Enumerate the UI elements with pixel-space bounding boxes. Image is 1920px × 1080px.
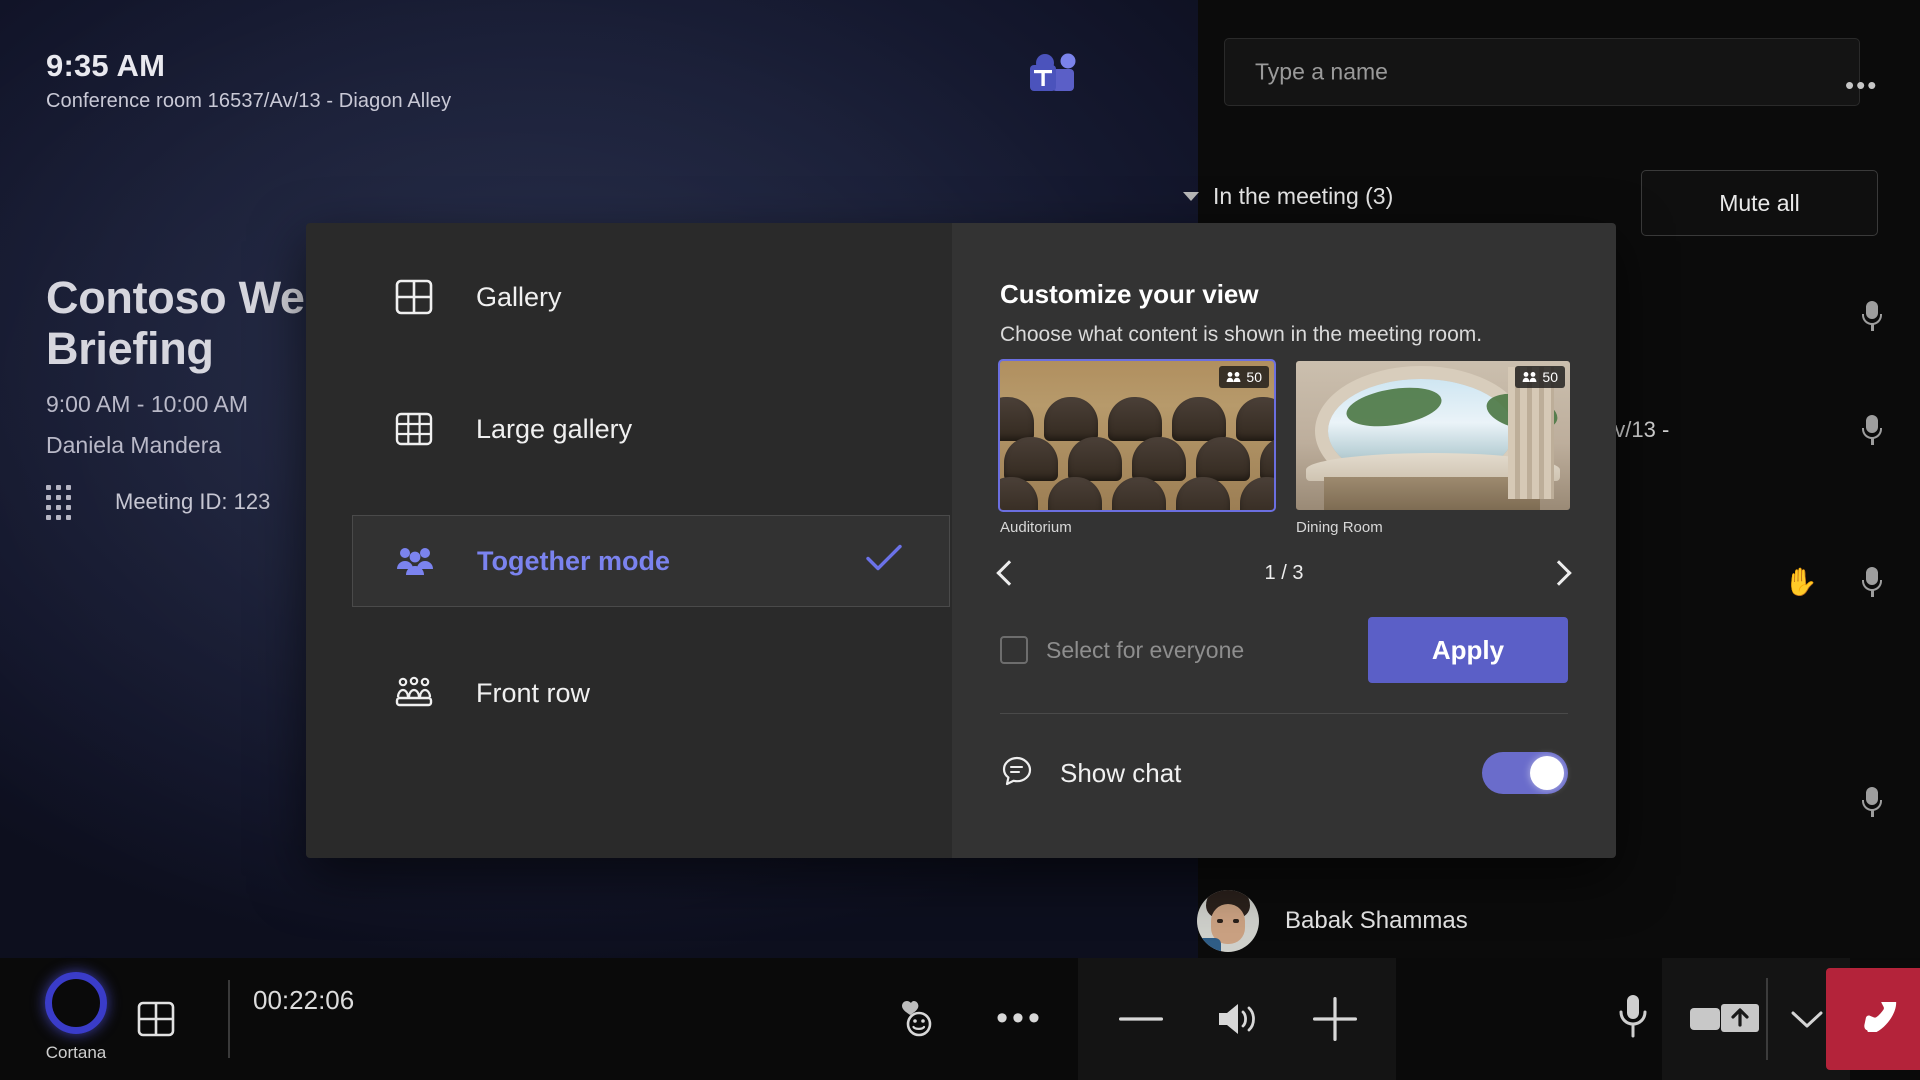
in-the-meeting-section-header[interactable]: In the meeting (3) (1183, 183, 1393, 210)
apply-button[interactable]: Apply (1368, 617, 1568, 683)
participant-row[interactable] (1620, 296, 1920, 336)
call-timer: 00:22:06 (253, 985, 355, 1015)
capacity-value: 50 (1246, 369, 1262, 385)
microphone-icon[interactable] (1862, 567, 1882, 597)
view-option-label: Front row (476, 677, 591, 708)
people-capacity-icon (1523, 372, 1537, 382)
view-option-front-row[interactable]: Front row (352, 647, 952, 739)
together-mode-people-icon (395, 541, 457, 581)
avatar (1197, 890, 1259, 952)
view-option-label: Large gallery (476, 413, 633, 444)
meeting-id-label: Meeting ID: 123 (115, 489, 271, 515)
panel-divider (1000, 713, 1568, 714)
cortana-button[interactable]: Cortana (26, 972, 126, 1063)
customize-subheading: Choose what content is shown in the meet… (1000, 323, 1483, 346)
volume-up-plus-icon[interactable] (1310, 994, 1360, 1044)
share-screen-icon[interactable] (1712, 990, 1768, 1046)
room-clock: 9:35 AM Conference room 16537/Av/13 - Di… (46, 48, 451, 113)
view-option-together-mode[interactable]: Together mode (352, 515, 950, 607)
show-chat-label: Show chat (1060, 757, 1182, 788)
in-the-meeting-label: In the meeting (3) (1213, 183, 1394, 209)
layout-grid-icon[interactable] (128, 996, 184, 1042)
customize-view-panel: Customize your view Choose what content … (952, 223, 1616, 858)
teams-logo (1028, 52, 1080, 100)
participant-row[interactable] (1620, 782, 1920, 822)
volume-down-minus-icon[interactable] (1114, 1002, 1168, 1036)
scene-thumbnail-dining-room[interactable]: 50 Dining Room (1296, 361, 1570, 536)
participant-row[interactable]: ✋ (1620, 562, 1920, 602)
view-option-large-gallery[interactable]: Large gallery (352, 383, 952, 475)
participant-row[interactable]: Babak Shammas (1197, 890, 1468, 952)
chevron-down-icon[interactable] (1784, 1004, 1830, 1034)
view-option-label: Together mode (477, 545, 671, 576)
volume-controls-group (1078, 958, 1396, 1080)
apply-row: Select for everyone Apply (1000, 617, 1568, 683)
show-chat-toggle[interactable] (1482, 752, 1568, 794)
participant-name: Babak Shammas (1285, 907, 1468, 934)
capacity-badge: 50 (1515, 366, 1565, 388)
hang-up-button[interactable] (1826, 968, 1920, 1070)
view-option-gallery[interactable]: Gallery (352, 251, 952, 343)
apply-label: Apply (1431, 634, 1505, 665)
scene-image-auditorium: 50 (998, 359, 1276, 512)
roster-more-options-icon[interactable]: ••• (1845, 72, 1878, 98)
customize-heading: Customize your view (1000, 279, 1259, 309)
hang-up-icon (1851, 996, 1905, 1037)
select-for-everyone-label: Select for everyone (1046, 636, 1245, 663)
toolbar-more-options-icon[interactable]: ••• (990, 998, 1050, 1038)
chevron-left-icon[interactable] (996, 560, 1022, 586)
people-capacity-icon (1227, 372, 1241, 382)
cortana-ring-icon (45, 972, 107, 1034)
view-options-list: Gallery Large gallery Together mode Fron… (306, 223, 952, 858)
scene-thumbnail-auditorium[interactable]: 50 Auditorium (998, 359, 1276, 536)
view-settings-dialog: Gallery Large gallery Together mode Fron… (306, 223, 1616, 858)
microphone-icon[interactable] (1862, 415, 1882, 445)
capacity-badge: 50 (1219, 366, 1269, 388)
mute-all-button[interactable]: Mute all (1641, 170, 1878, 236)
scene-image-dining-room: 50 (1296, 361, 1570, 510)
chat-bubble-icon (1000, 754, 1034, 793)
scene-label: Dining Room (1296, 519, 1383, 536)
room-name: Conference room 16537/Av/13 - Diagon All… (46, 89, 452, 112)
mute-all-label: Mute all (1719, 189, 1800, 216)
raised-hand-icon: ✋ (1784, 566, 1818, 597)
gallery-grid-icon (394, 277, 456, 317)
show-chat-row[interactable]: Show chat (1000, 741, 1568, 805)
microphone-icon[interactable] (1862, 787, 1882, 817)
scene-pager: 1 / 3 (996, 551, 1572, 595)
microphone-icon[interactable] (1862, 301, 1882, 331)
large-gallery-grid-icon (394, 409, 456, 449)
scene-thumbnail-list: 50 Auditorium 50 Dining Room (998, 359, 1570, 536)
dialpad-icon (46, 484, 71, 520)
chevron-right-icon[interactable] (1546, 560, 1572, 586)
select-for-everyone-checkbox[interactable] (1000, 636, 1028, 664)
cortana-label: Cortana (45, 1043, 107, 1062)
front-row-icon (394, 673, 456, 713)
view-option-label: Gallery (476, 281, 562, 312)
search-name-input[interactable]: Type a name (1224, 38, 1860, 106)
capacity-value: 50 (1542, 369, 1558, 385)
chevron-down-icon (1183, 192, 1199, 201)
speaker-icon[interactable] (1208, 994, 1266, 1044)
teams-meeting-room-screen: 9:35 AM Conference room 16537/Av/13 - Di… (0, 0, 1920, 1080)
clock-time: 9:35 AM (46, 48, 166, 83)
scene-label: Auditorium (1000, 519, 1072, 536)
reactions-icon[interactable] (888, 990, 946, 1048)
toolbar-microphone-icon[interactable] (1610, 986, 1656, 1048)
checkmark-icon (865, 544, 903, 579)
search-name-placeholder: Type a name (1255, 58, 1388, 85)
page-indicator: 1 / 3 (1264, 561, 1304, 584)
toolbar-divider (228, 980, 230, 1058)
